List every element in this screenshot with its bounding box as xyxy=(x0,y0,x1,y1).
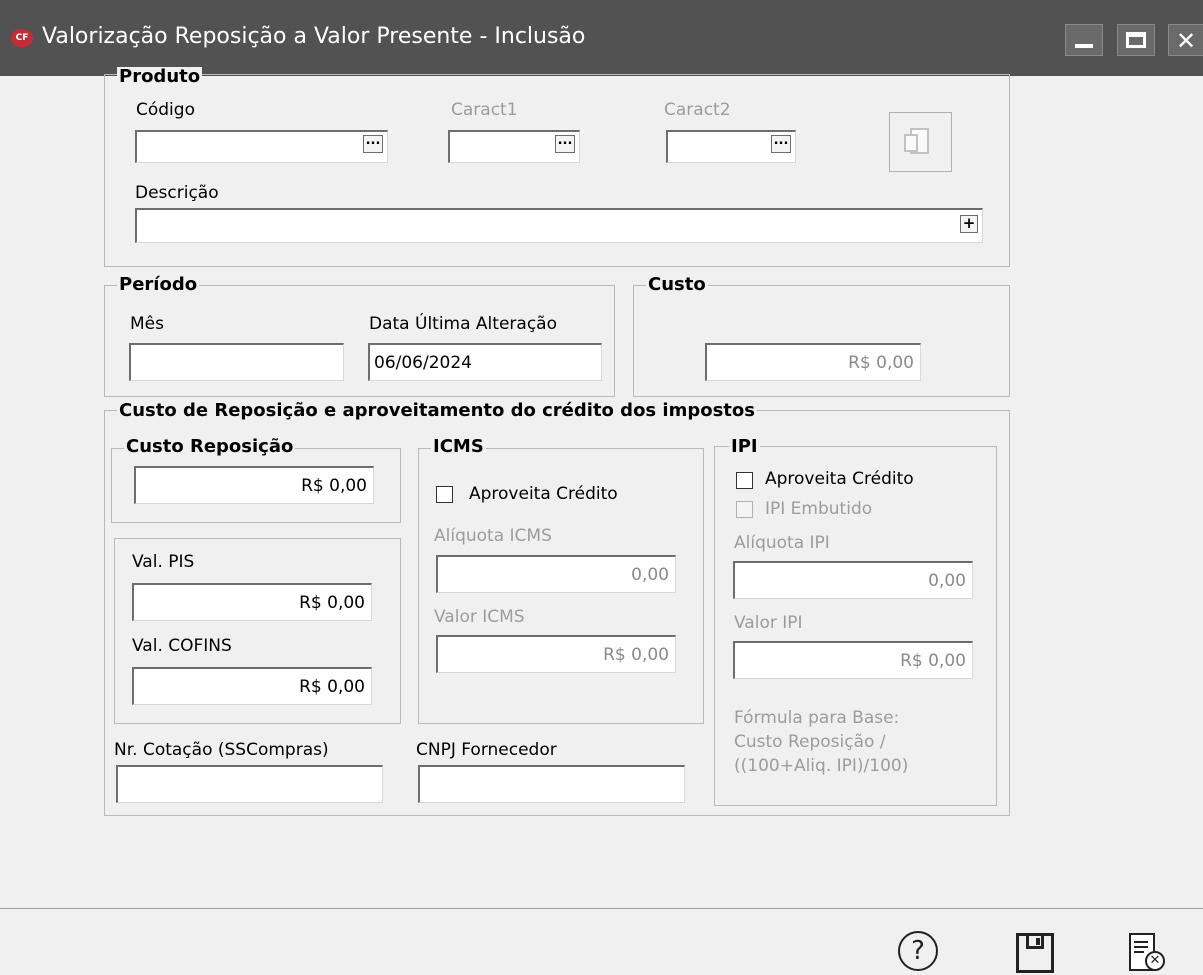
mes-label: Mês xyxy=(130,314,164,334)
pis-label: Val. PIS xyxy=(132,552,195,572)
descricao-label: Descrição xyxy=(135,183,219,203)
caract2-field[interactable]: ... xyxy=(666,130,796,163)
window-title: Valorização Reposição a Valor Presente -… xyxy=(42,24,586,49)
doc-line-3 xyxy=(1134,951,1144,953)
custo-reposicao-legend: Custo Reposição xyxy=(124,436,296,457)
icms-aliquota-value: 0,00 xyxy=(631,565,669,585)
icms-aliquota-field[interactable]: 0,00 xyxy=(436,555,676,593)
title-bar: CF Valorização Reposição a Valor Present… xyxy=(0,0,1203,76)
icms-aproveita-checkbox[interactable] xyxy=(436,486,453,503)
maximize-button[interactable] xyxy=(1117,24,1155,56)
codigo-label: Código xyxy=(136,100,195,120)
ipi-aliquota-value: 0,00 xyxy=(928,571,966,591)
ipi-aliquota-label: Alíquota IPI xyxy=(734,533,830,553)
descricao-field[interactable]: + xyxy=(135,208,983,243)
pis-value: R$ 0,00 xyxy=(299,593,365,613)
ipi-formula-line1: Fórmula para Base: xyxy=(734,708,900,728)
icms-valor-field[interactable]: R$ 0,00 xyxy=(436,635,676,673)
save-button[interactable] xyxy=(1014,931,1058,975)
codigo-lookup-button[interactable]: ... xyxy=(363,134,383,153)
custo-legend: Custo xyxy=(646,274,708,295)
produto-legend: Produto xyxy=(117,66,203,87)
caract1-label: Caract1 xyxy=(451,100,518,120)
icms-valor-label: Valor ICMS xyxy=(434,607,525,627)
caract2-label: Caract2 xyxy=(664,100,731,120)
cotacao-field[interactable] xyxy=(116,765,383,803)
cofins-field[interactable]: R$ 0,00 xyxy=(132,667,372,705)
data-alteracao-label: Data Última Alteração xyxy=(369,314,557,334)
save-icon xyxy=(1016,933,1054,973)
custo-value: R$ 0,00 xyxy=(848,353,914,373)
doc-line-1 xyxy=(1134,941,1148,943)
cofins-value: R$ 0,00 xyxy=(299,677,365,697)
ipi-valor-field[interactable]: R$ 0,00 xyxy=(733,641,973,679)
close-button[interactable]: ✕ xyxy=(1168,24,1203,56)
ipi-aliquota-field[interactable]: 0,00 xyxy=(733,561,973,599)
pis-field[interactable]: R$ 0,00 xyxy=(132,583,372,621)
ipi-formula-line3: ((100+Aliq. IPI)/100) xyxy=(734,756,909,776)
cotacao-label: Nr. Cotação (SSCompras) xyxy=(114,740,329,760)
reposicao-legend: Custo de Reposição e aproveitamento do c… xyxy=(117,400,757,421)
app-logo-icon: CF xyxy=(11,29,33,47)
cancel-button[interactable]: ✕ xyxy=(1125,931,1169,975)
descricao-expand-button[interactable]: + xyxy=(960,215,978,233)
save-icon-slot xyxy=(1036,938,1040,945)
caract2-lookup-button[interactable]: ... xyxy=(771,134,791,153)
ipi-valor-label: Valor IPI xyxy=(734,613,803,633)
custo-reposicao-value: R$ 0,00 xyxy=(301,476,367,496)
data-alteracao-field[interactable]: 06/06/2024 xyxy=(368,343,602,381)
mes-field[interactable] xyxy=(129,343,344,381)
icms-aliquota-label: Alíquota ICMS xyxy=(434,526,552,546)
custo-field[interactable]: R$ 0,00 xyxy=(705,343,921,381)
help-icon: ? xyxy=(898,931,938,971)
copy-document-back xyxy=(904,134,918,152)
data-alteracao-value: 06/06/2024 xyxy=(374,353,472,373)
copy-button[interactable] xyxy=(889,112,952,172)
ipi-legend: IPI xyxy=(729,436,760,457)
custo-reposicao-field[interactable]: R$ 0,00 xyxy=(134,466,374,504)
ipi-valor-value: R$ 0,00 xyxy=(900,651,966,671)
minimize-icon xyxy=(1075,44,1093,48)
caract1-field[interactable]: ... xyxy=(448,130,580,163)
minimize-button[interactable] xyxy=(1065,24,1103,56)
doc-line-2 xyxy=(1134,946,1148,948)
icms-aproveita-label[interactable]: Aproveita Crédito xyxy=(469,484,618,504)
caract1-lookup-button[interactable]: ... xyxy=(555,134,575,153)
ipi-embutido-checkbox[interactable] xyxy=(736,501,753,518)
cofins-label: Val. COFINS xyxy=(132,636,232,656)
ipi-aproveita-label[interactable]: Aproveita Crédito xyxy=(765,469,914,489)
periodo-legend: Período xyxy=(117,274,200,295)
bottom-toolbar: ? ✕ xyxy=(0,908,1203,974)
ipi-aproveita-checkbox[interactable] xyxy=(736,472,753,489)
save-icon-shutter xyxy=(1026,935,1044,949)
cnpj-field[interactable] xyxy=(418,765,685,803)
maximize-icon xyxy=(1126,32,1146,48)
help-button[interactable]: ? xyxy=(896,931,940,975)
cnpj-label: CNPJ Fornecedor xyxy=(416,740,557,760)
cancel-x-badge: ✕ xyxy=(1145,951,1165,971)
icms-valor-value: R$ 0,00 xyxy=(603,645,669,665)
ipi-formula-line2: Custo Reposição / xyxy=(734,732,886,752)
close-icon: ✕ xyxy=(1176,27,1197,55)
ipi-embutido-label[interactable]: IPI Embutido xyxy=(765,499,872,519)
icms-legend: ICMS xyxy=(431,436,486,457)
codigo-field[interactable]: ... xyxy=(135,130,388,163)
